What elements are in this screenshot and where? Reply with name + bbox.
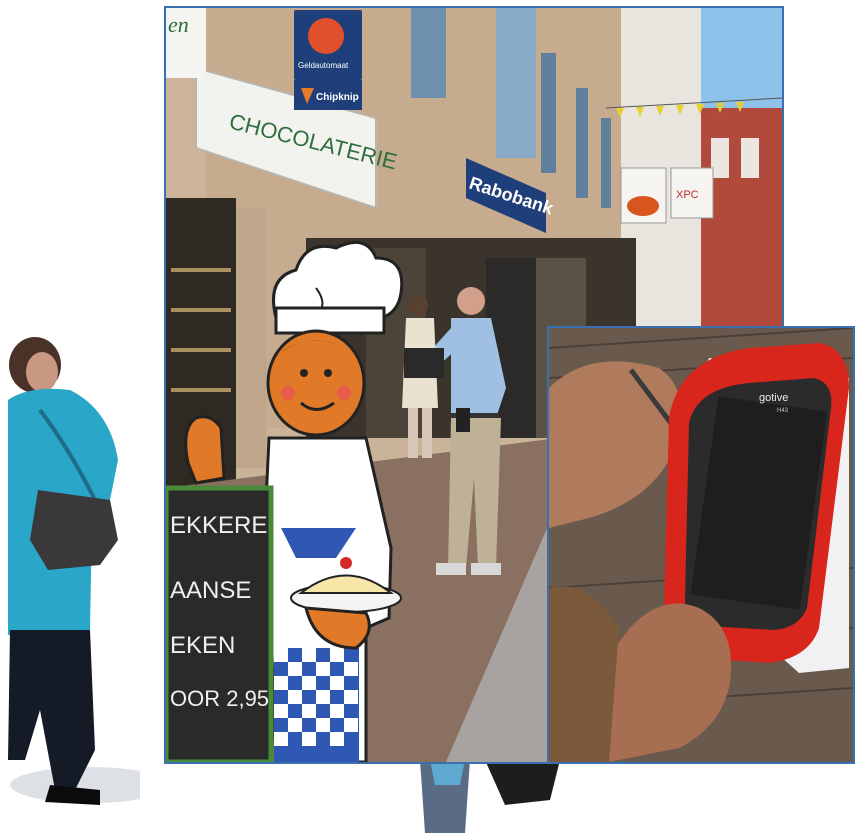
chalkboard-line-2: AANSE	[170, 577, 251, 604]
chalkboard-line-1: EKKERE	[170, 512, 267, 539]
xpc-sign-text: XPC	[676, 189, 699, 201]
handheld-device-photo: gotive H43	[547, 326, 855, 764]
device-brand-text: gotive	[759, 392, 788, 404]
chipknip-sign-text: Chipknip	[316, 92, 359, 103]
device-model-text: H43	[777, 408, 789, 414]
chalkboard-line-3: EKEN	[170, 632, 235, 659]
geldautomaat-sign-text: Geldautomaat	[298, 61, 349, 70]
chalkboard-line-4: OOR 2,95	[170, 686, 269, 711]
corner-sign-text: en	[168, 12, 189, 37]
pedestrian-bottom-cutout	[410, 760, 570, 833]
pedestrian-woman-cutout	[0, 330, 170, 833]
